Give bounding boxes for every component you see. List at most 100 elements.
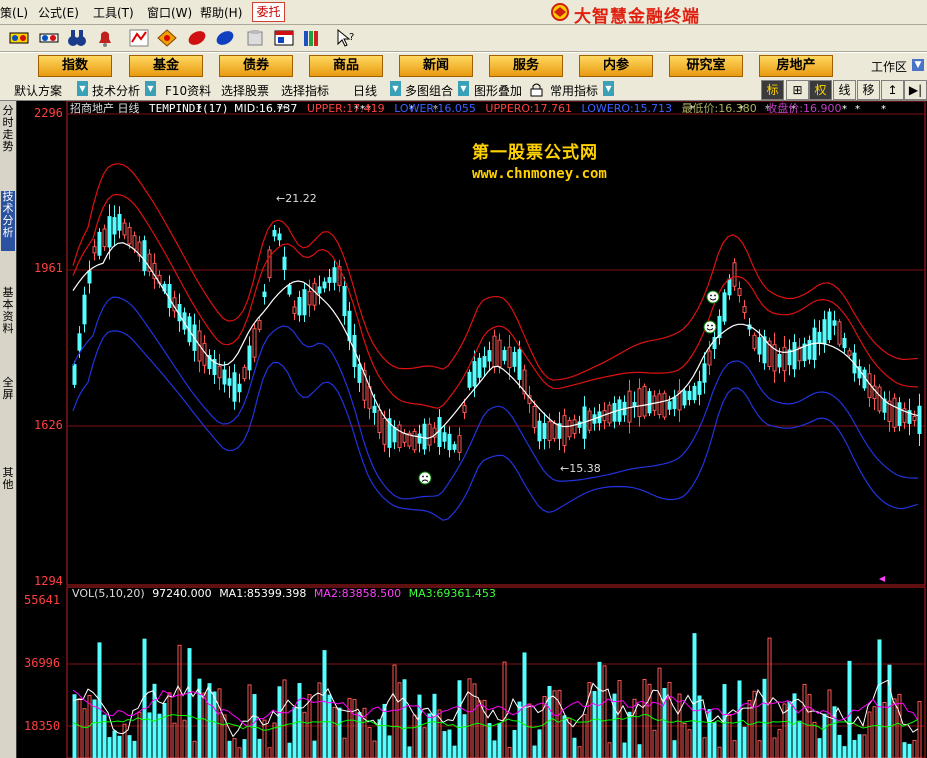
smile-icon <box>706 290 720 304</box>
volume-bar <box>322 650 327 758</box>
category-fund[interactable]: 基金 <box>129 55 203 77</box>
volume-bar <box>112 730 117 758</box>
volume-bar <box>797 720 802 758</box>
play-end-button[interactable]: ▶| <box>904 80 927 100</box>
lock-icon[interactable] <box>530 82 543 97</box>
candle <box>397 420 402 452</box>
indicator-title-row: 招商地产 日线 TEMPINDI(17) MID:16.737 UPPER:17… <box>70 100 848 115</box>
volume-bar <box>692 633 697 758</box>
indicator-icon-2[interactable] <box>38 28 60 48</box>
uppero-value: 17.761 <box>533 102 573 115</box>
candle <box>662 390 667 420</box>
binoculars-icon[interactable] <box>66 28 88 48</box>
watermark-url: www.chnmoney.com <box>472 166 607 182</box>
candle <box>892 393 897 433</box>
tab-fundamentals[interactable]: 基本资料 <box>1 287 15 339</box>
pen-icon[interactable] <box>214 28 236 48</box>
document-icon[interactable] <box>244 28 266 48</box>
svg-text:?: ? <box>349 32 354 43</box>
candle <box>422 418 427 455</box>
common-indicator-selector[interactable]: 常用指标 <box>550 82 598 99</box>
volume-bar <box>857 734 862 758</box>
tag-icon[interactable] <box>186 28 208 48</box>
volume-bar <box>817 738 822 758</box>
diamond-icon[interactable] <box>156 28 178 48</box>
vol-tick-18350: 18350 <box>24 719 61 733</box>
category-insider[interactable]: 内参 <box>579 55 653 77</box>
volume-bar <box>742 726 747 758</box>
category-bond[interactable]: 债券 <box>219 55 293 77</box>
zoom-button[interactable]: ↥ <box>881 80 904 100</box>
candle <box>657 389 662 419</box>
candle <box>467 369 472 391</box>
category-service[interactable]: 服务 <box>489 55 563 77</box>
volume-bar <box>907 743 912 758</box>
f10-button[interactable]: F10资料 <box>165 82 211 99</box>
category-index[interactable]: 指数 <box>38 55 112 77</box>
overlay-button[interactable]: 图形叠加 <box>474 82 522 99</box>
volume-bar <box>492 740 497 758</box>
menu-tools[interactable]: 工具(T) <box>93 4 134 21</box>
volume-bar <box>792 693 797 758</box>
alert-bell-icon[interactable] <box>94 28 116 48</box>
period-selector[interactable]: 日线 <box>353 82 377 99</box>
help-cursor-icon[interactable]: ? <box>335 28 357 48</box>
volume-bar <box>407 746 412 758</box>
mark-button[interactable]: 标 <box>761 80 784 100</box>
workarea-label[interactable]: 工作区 <box>871 58 907 75</box>
volume-bar <box>227 740 232 758</box>
brand: 大智慧金融终端 <box>550 2 920 27</box>
scheme-selector[interactable]: 默认方案 <box>14 82 62 99</box>
chevron-down-icon[interactable]: ▼ <box>912 59 924 71</box>
crosshair-button[interactable]: ⊞ <box>786 80 809 100</box>
period-dropdown-icon[interactable]: ▼ <box>390 81 401 96</box>
indicator-icon[interactable] <box>8 28 30 48</box>
volume-bar <box>297 683 302 758</box>
category-commodity[interactable]: 商品 <box>309 55 383 77</box>
category-news[interactable]: 新闻 <box>399 55 473 77</box>
menu-formula[interactable]: 公式(E) <box>38 4 79 21</box>
volume-bar <box>357 712 362 758</box>
menu-strategy[interactable]: 策(L) <box>0 4 28 21</box>
volume-bar <box>157 713 162 758</box>
menu-help[interactable]: 帮助(H) <box>200 4 242 21</box>
category-research[interactable]: 研究室 <box>669 55 743 77</box>
volume-bar <box>902 742 907 758</box>
scheme-dropdown-icon[interactable]: ▼ <box>77 81 88 96</box>
volume-bar <box>737 680 742 758</box>
line-button[interactable]: 线 <box>833 80 856 100</box>
tab-fullscreen[interactable]: 全屏 <box>1 377 15 405</box>
candle <box>647 388 652 417</box>
y-tick-2296: 2296 <box>34 106 63 120</box>
low-price-label: 最低价: <box>681 102 719 115</box>
select-stock-button[interactable]: 选择股票 <box>221 82 269 99</box>
adjust-rights-button[interactable]: 权 <box>809 80 832 100</box>
tech-analysis-dropdown-icon[interactable]: ▼ <box>145 81 156 96</box>
candle <box>412 428 417 453</box>
volume-bar <box>537 729 542 758</box>
common-indicator-dropdown-icon[interactable]: ▼ <box>603 81 614 96</box>
volume-bar <box>277 686 282 758</box>
window-layout-icon[interactable] <box>273 28 295 48</box>
menu-window[interactable]: 窗口(W) <box>147 4 192 21</box>
volume-bar <box>457 680 462 758</box>
volume-bar <box>242 739 247 758</box>
tab-other[interactable]: 其他 <box>1 467 15 495</box>
close-price-label: 收盘价: <box>766 102 803 115</box>
brand-title: 大智慧金融终端 <box>574 7 700 27</box>
multi-chart-selector[interactable]: 多图组合 <box>405 82 453 99</box>
category-real-estate[interactable]: 房地产 <box>759 55 833 77</box>
tab-technical-analysis[interactable]: 技术分析 <box>1 191 15 251</box>
left-tabs: 分时走势 技术分析 基本资料 全屏 其他 <box>0 101 17 758</box>
entrust-button[interactable]: 委托 <box>252 2 285 22</box>
select-indicator-button[interactable]: 选择指标 <box>281 82 329 99</box>
tech-analysis-selector[interactable]: 技术分析 <box>92 82 140 99</box>
books-icon[interactable] <box>301 28 323 48</box>
stock-picker-icon[interactable] <box>128 28 150 48</box>
tab-intraday[interactable]: 分时走势 <box>1 105 15 157</box>
multi-chart-dropdown-icon[interactable]: ▼ <box>458 81 469 96</box>
price-chart[interactable]: * * * * * * * * * * * * * * * <box>17 101 927 758</box>
volume-bar <box>402 679 407 758</box>
volume-bar <box>287 742 292 758</box>
move-button[interactable]: 移 <box>857 80 880 100</box>
